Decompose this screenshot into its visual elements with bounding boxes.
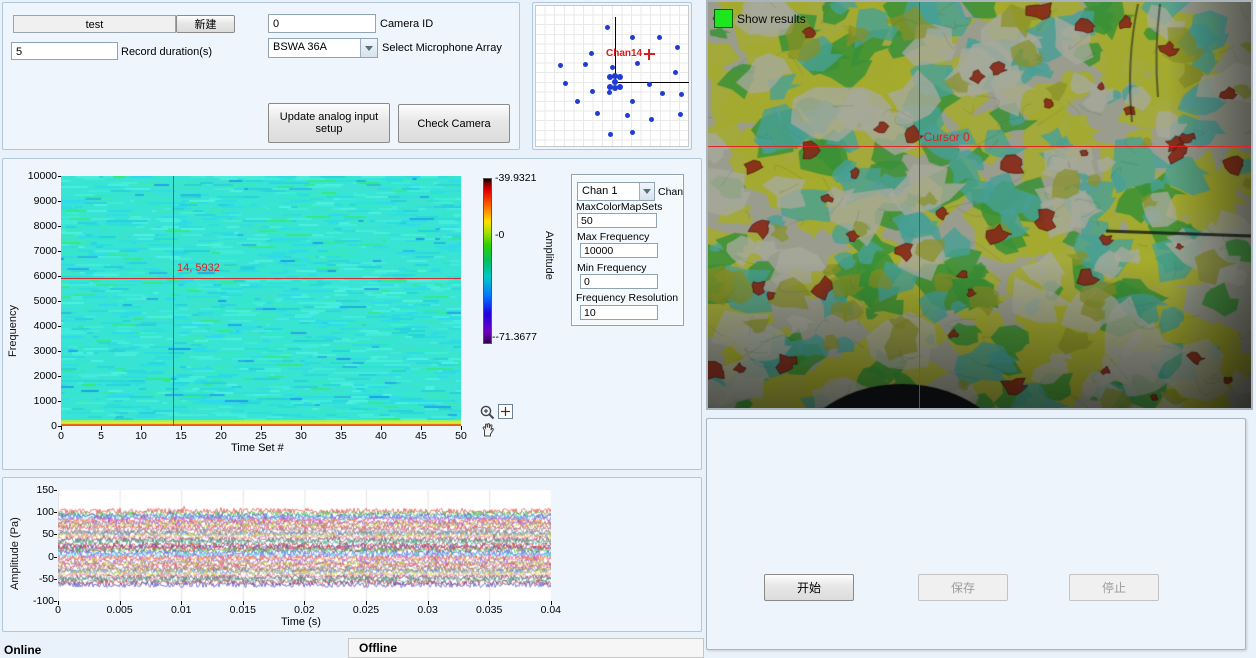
spectrogram-cursor-vline[interactable] xyxy=(173,176,174,426)
mic-array-value: BSWA 36A xyxy=(273,41,327,53)
spectrogram-ylabel: Frequency xyxy=(7,247,19,357)
zoom-tool-icon[interactable] xyxy=(479,404,496,421)
max-frequency-label: Max Frequency xyxy=(577,231,649,243)
mic-dot xyxy=(590,89,595,94)
mic-dot xyxy=(630,35,635,40)
online-status-label: Online xyxy=(4,643,41,657)
show-results-checkbox[interactable] xyxy=(714,9,733,28)
mic-dot xyxy=(605,25,610,30)
mic-axis-horizontal xyxy=(615,82,689,83)
spectrogram-plot[interactable] xyxy=(61,176,461,426)
mic-dot xyxy=(678,112,683,117)
mic-dot xyxy=(583,62,588,67)
show-results-label: Show results xyxy=(737,12,806,26)
waveform-plot[interactable] xyxy=(58,490,551,601)
channel-controls-box: Chan 1 Chan MaxColorMapSets 50 Max Frequ… xyxy=(571,174,684,326)
min-frequency-label: Min Frequency xyxy=(577,262,646,274)
mic-dot xyxy=(647,82,652,87)
chevron-down-icon[interactable] xyxy=(360,39,377,57)
spectrogram-panel: Frequency 100009000800070006000500040003… xyxy=(2,158,702,470)
colorbar-axis-label: Amplitude xyxy=(543,231,555,331)
frequency-resolution-field[interactable]: 10 xyxy=(580,305,658,320)
camera-cursor-label: Cursor 0 xyxy=(924,130,970,144)
max-colormap-field[interactable]: 50 xyxy=(577,213,657,228)
mic-dot xyxy=(625,113,630,118)
colorbar-mid-label: -0 xyxy=(495,229,504,241)
colorbar-min-label: --71.3677 xyxy=(492,331,537,343)
mic-array-label: Select Microphone Array xyxy=(382,42,502,54)
setup-panel: test 新建 0 Camera ID 5 Record duration(s)… xyxy=(2,2,520,150)
camera-id-label: Camera ID xyxy=(380,18,433,30)
cursor-tool-icon[interactable] xyxy=(498,404,513,419)
mic-dot xyxy=(595,111,600,116)
mic-dot xyxy=(589,51,594,56)
mic-dot xyxy=(630,99,635,104)
mic-array-panel: Chan14 xyxy=(532,2,692,150)
mic-dot xyxy=(610,65,615,70)
frequency-resolution-label: Frequency Resolution xyxy=(576,292,678,304)
mic-dot xyxy=(657,35,662,40)
mic-dot xyxy=(679,92,684,97)
update-analog-input-button[interactable]: Update analog input setup xyxy=(268,103,390,143)
waveform-panel: Amplitude (Pa) 150100500-50-100 00.0050.… xyxy=(2,477,702,632)
record-duration-label: Record duration(s) xyxy=(121,46,212,58)
mic-dot xyxy=(607,90,612,95)
save-button[interactable]: 保存 xyxy=(918,574,1008,601)
test-name-field[interactable]: test xyxy=(13,15,176,33)
mic-dot xyxy=(612,73,618,79)
mic-dot xyxy=(649,117,654,122)
channel-select-value: Chan 1 xyxy=(582,185,617,197)
mic-array-plot[interactable]: Chan14 xyxy=(535,5,689,147)
record-duration-field[interactable]: 5 xyxy=(11,42,118,60)
spectrogram-cursor-label: 14, 5932 xyxy=(177,262,220,274)
mic-dot xyxy=(612,85,618,91)
max-colormap-label: MaxColorMapSets xyxy=(576,201,662,213)
mic-dot xyxy=(660,91,665,96)
camera-result-view[interactable]: Cursor 0 Show results xyxy=(706,0,1253,410)
offline-status-label: Offline xyxy=(359,641,397,655)
min-frequency-field[interactable]: 0 xyxy=(580,274,658,289)
amplitude-colorbar xyxy=(483,178,492,344)
spectrogram-xlabel: Time Set # xyxy=(231,442,284,454)
stop-button[interactable]: 停止 xyxy=(1069,574,1159,601)
mic-dot xyxy=(635,61,640,66)
max-frequency-field[interactable]: 10000 xyxy=(580,243,658,258)
pan-hand-icon[interactable] xyxy=(480,422,496,438)
mic-array-select[interactable]: BSWA 36A xyxy=(268,38,378,58)
mic-dot xyxy=(608,132,613,137)
waveform-ylabel: Amplitude (Pa) xyxy=(9,500,21,590)
acoustic-map-image[interactable] xyxy=(708,2,1251,408)
run-control-panel: 开始 保存 停止 xyxy=(706,418,1246,650)
spectrogram-cursor-hline[interactable] xyxy=(61,278,461,279)
mic-dot xyxy=(630,130,635,135)
mic-dot xyxy=(563,81,568,86)
mic-cursor-label: Chan14 xyxy=(606,48,642,59)
camera-cursor-vline[interactable] xyxy=(919,2,920,408)
mic-dot xyxy=(575,99,580,104)
chevron-down-icon[interactable] xyxy=(639,183,654,200)
colorbar-max-label: -39.9321 xyxy=(495,172,536,184)
check-camera-button[interactable]: Check Camera xyxy=(398,104,510,143)
new-button[interactable]: 新建 xyxy=(176,15,235,33)
waveform-xlabel: Time (s) xyxy=(281,616,321,628)
channel-select-label: Chan xyxy=(658,186,683,198)
start-button[interactable]: 开始 xyxy=(764,574,854,601)
camera-cursor-hline[interactable] xyxy=(708,146,1251,147)
chan14-cross-icon xyxy=(648,49,650,60)
mic-dot xyxy=(673,70,678,75)
offline-status-bar: Offline xyxy=(348,638,704,658)
mic-dot xyxy=(558,63,563,68)
camera-id-field[interactable]: 0 xyxy=(268,14,376,33)
mic-dot xyxy=(675,45,680,50)
channel-select[interactable]: Chan 1 xyxy=(577,182,655,201)
